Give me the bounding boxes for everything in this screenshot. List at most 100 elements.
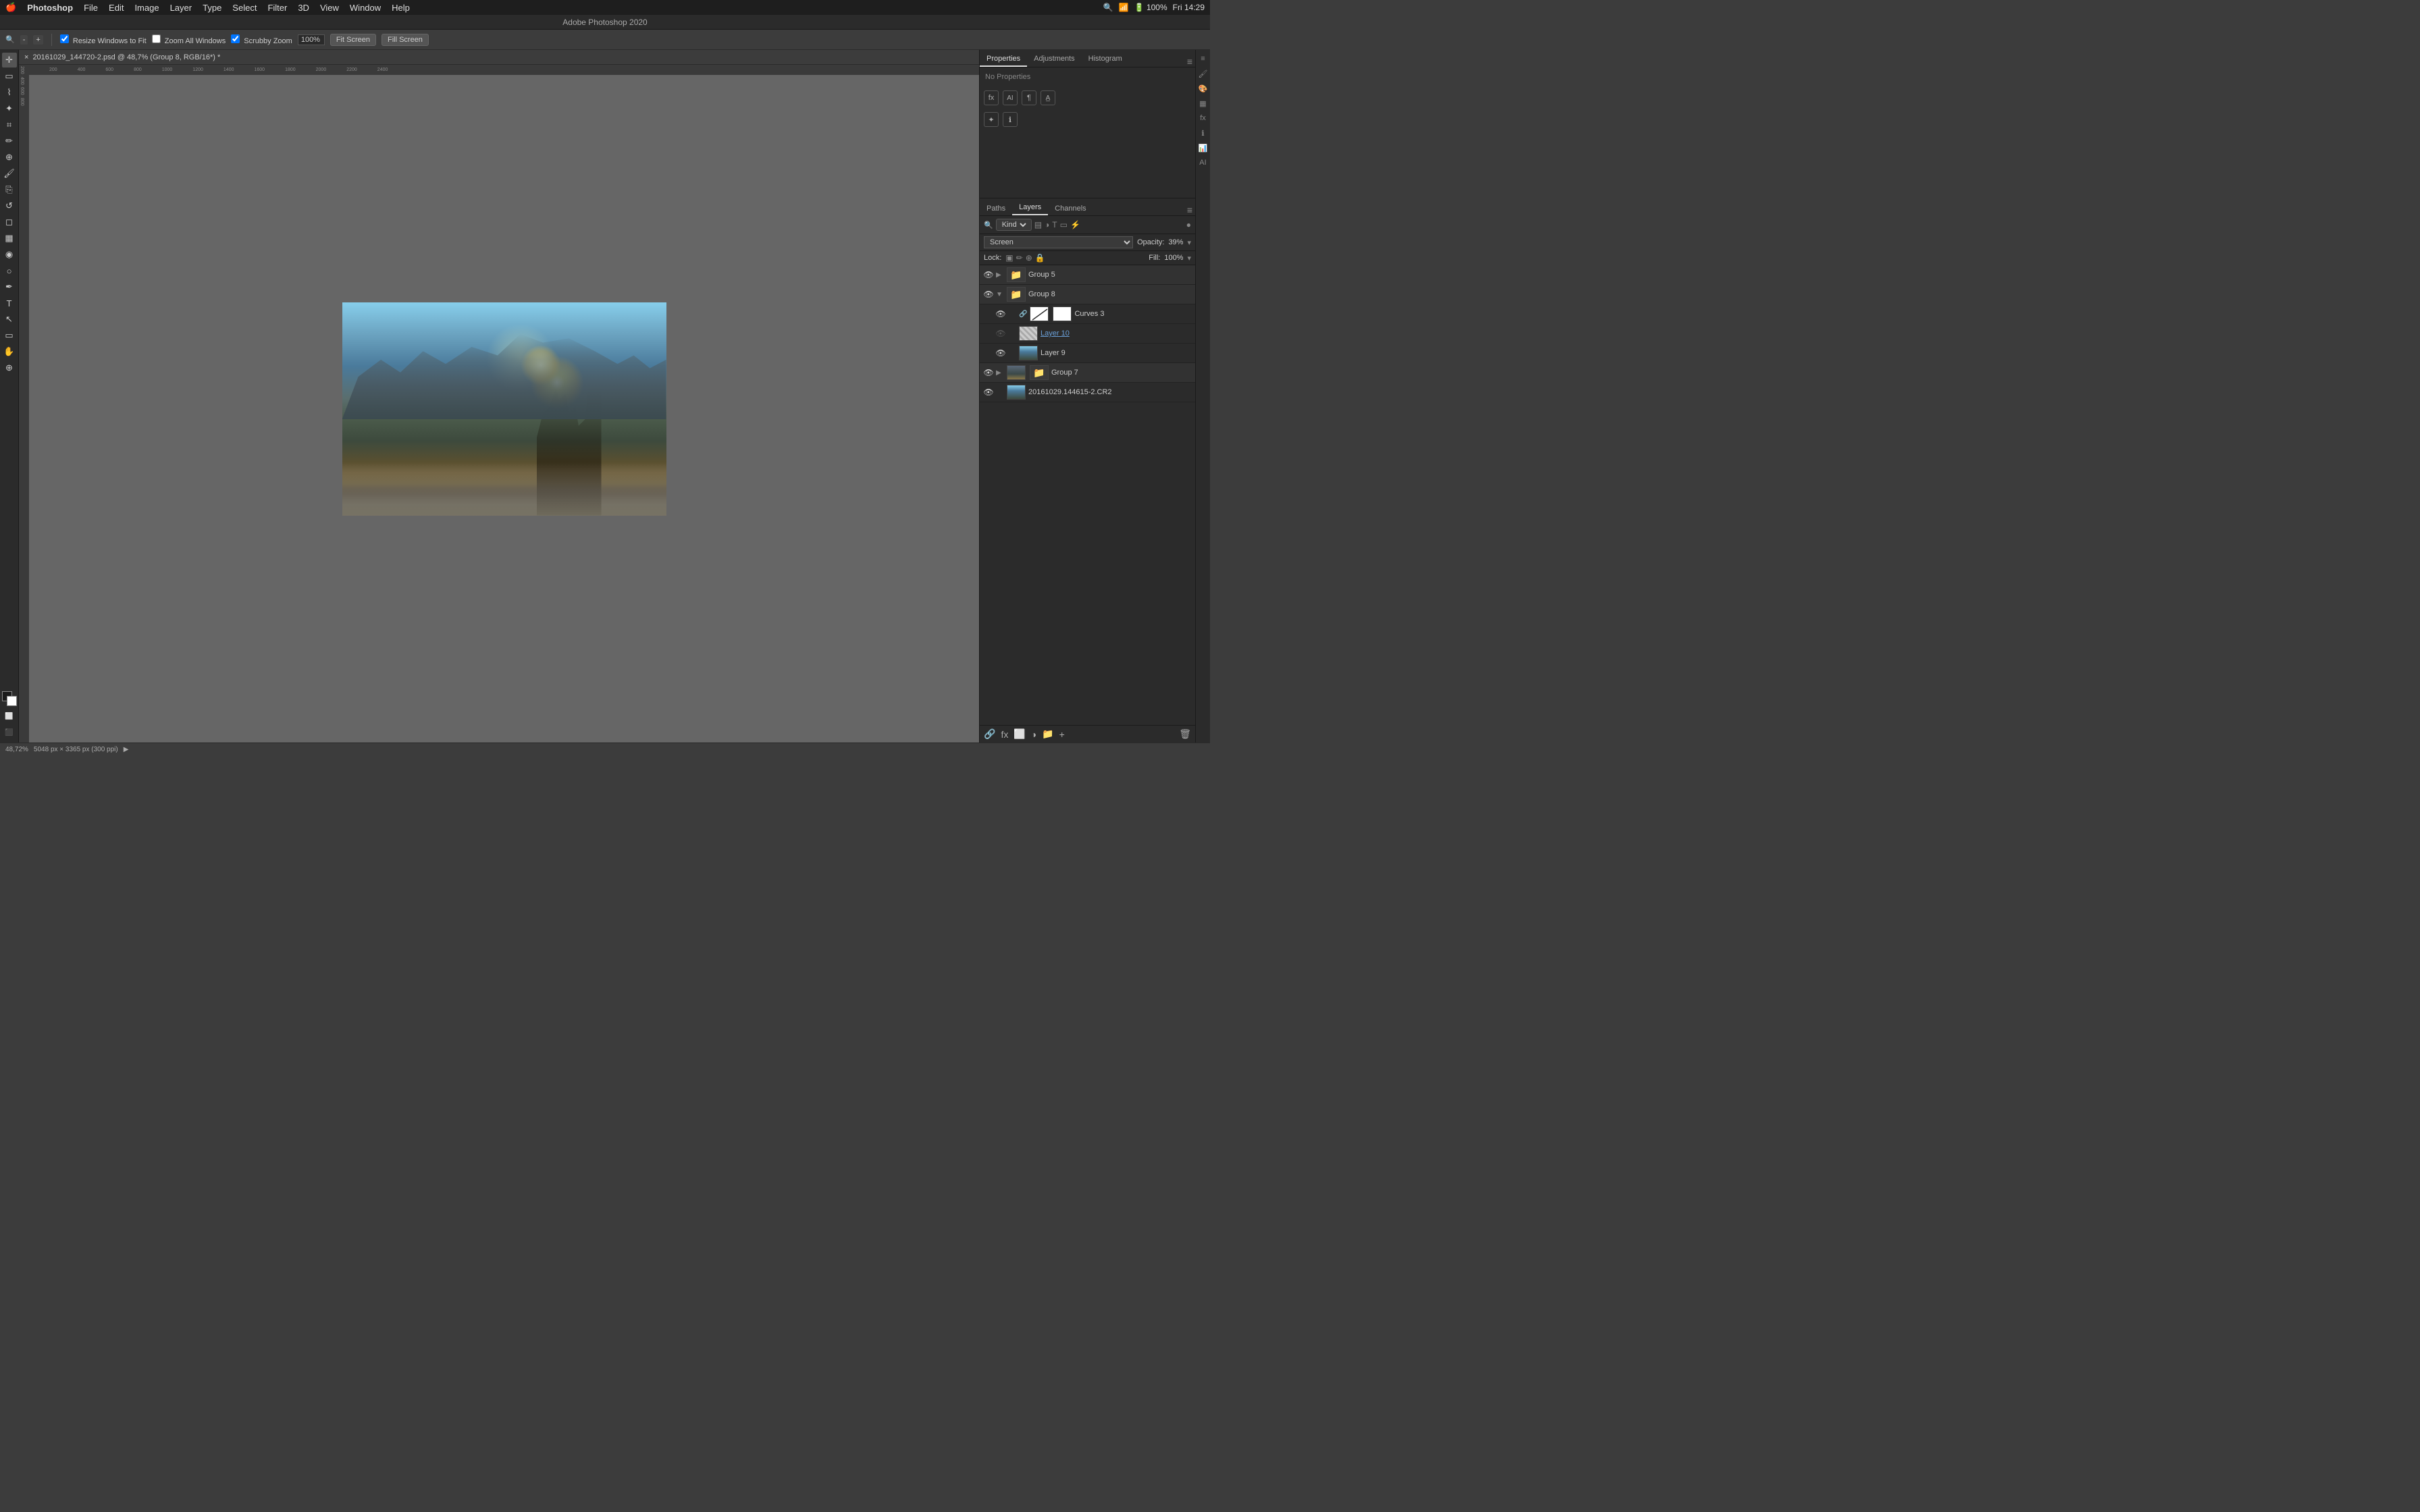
brush-tool[interactable]: 🖌 (2, 166, 17, 181)
fill-chevron[interactable]: ▾ (1187, 254, 1191, 263)
text-tool[interactable]: T (2, 296, 17, 310)
menu-3d[interactable]: 3D (298, 3, 309, 13)
tab-channels[interactable]: Channels (1048, 202, 1093, 215)
props-icon-ai[interactable]: AI (1003, 90, 1018, 105)
blur-tool[interactable]: ◉ (2, 247, 17, 262)
layer-visibility-toggle[interactable]: 👁 (984, 290, 993, 299)
clone-stamp-tool[interactable]: ⎘ (2, 182, 17, 197)
arrow-icon[interactable]: ▶ (124, 746, 129, 753)
add-style-btn[interactable]: fx (1001, 729, 1008, 740)
color-boxes[interactable] (2, 691, 17, 706)
screen-mode-tool[interactable]: ⬛ (2, 725, 17, 740)
eyedropper-tool[interactable]: ✏ (2, 134, 17, 148)
dodge-tool[interactable]: ○ (2, 263, 17, 278)
props-icon-fx[interactable]: fx (984, 90, 999, 105)
filter-smart-icon[interactable]: ⚡ (1070, 220, 1080, 230)
menu-file[interactable]: File (84, 3, 98, 13)
props-icon-text[interactable]: ¶ (1022, 90, 1036, 105)
fill-value[interactable]: 100% (1164, 254, 1183, 262)
zoom-in-icon[interactable]: + (33, 35, 43, 45)
layer-visibility-toggle[interactable]: 👁 (996, 309, 1005, 319)
layer-item[interactable]: 👁 ▼ 📁 Group 8 (980, 285, 1195, 304)
new-layer-btn[interactable]: + (1059, 729, 1065, 740)
magic-wand-tool[interactable]: ✦ (2, 101, 17, 116)
tab-properties[interactable]: Properties (980, 52, 1027, 67)
layer-visibility-toggle[interactable]: 👁 (984, 387, 993, 397)
menu-layer[interactable]: Layer (170, 3, 192, 13)
lock-image-icon[interactable]: ✏ (1016, 253, 1023, 263)
healing-brush-tool[interactable]: ⊕ (2, 150, 17, 165)
layer-visibility-toggle[interactable]: 👁 (996, 329, 1005, 338)
eraser-tool[interactable]: ◻ (2, 215, 17, 230)
menu-help[interactable]: Help (392, 3, 410, 13)
apple-menu[interactable]: 🍎 (5, 2, 16, 13)
marquee-tool[interactable]: ▭ (2, 69, 17, 84)
opacity-value[interactable]: 39% (1168, 238, 1183, 246)
menu-view[interactable]: View (320, 3, 339, 13)
gradient-tool[interactable]: ▦ (2, 231, 17, 246)
color-icon-btn[interactable]: 🎨 (1197, 82, 1209, 94)
add-mask-btn[interactable]: ⬜ (1014, 728, 1025, 740)
props-icon-type2[interactable]: A̲ (1041, 90, 1055, 105)
layer-item[interactable]: 👁 🔗 Curves 3 (980, 304, 1195, 324)
zoom-percent-input[interactable] (298, 34, 325, 45)
opacity-chevron[interactable]: ▾ (1187, 238, 1191, 247)
layer-visibility-toggle[interactable]: 👁 (984, 270, 993, 279)
menu-image[interactable]: Image (134, 3, 159, 13)
delete-layer-btn[interactable]: 🗑 (1179, 728, 1191, 740)
layer-visibility-toggle[interactable]: 👁 (996, 348, 1005, 358)
scrubby-zoom-checkbox-label[interactable]: Scrubby Zoom (231, 34, 292, 45)
new-group-btn[interactable]: 📁 (1042, 728, 1053, 740)
filter-shape-icon[interactable]: ▭ (1060, 220, 1068, 230)
layer-expand-btn[interactable]: ▶ (996, 271, 1004, 279)
menu-edit[interactable]: Edit (109, 3, 124, 13)
hist-icon-btn[interactable]: 📊 (1197, 142, 1209, 154)
layer-visibility-toggle[interactable]: 👁 (984, 368, 993, 377)
crop-tool[interactable]: ⌗ (2, 117, 17, 132)
canvas-image[interactable] (342, 302, 666, 516)
layer-item[interactable]: 👁 ▶ 📁 Group 5 (980, 265, 1195, 285)
menu-type[interactable]: Type (203, 3, 221, 13)
lock-position-icon[interactable]: ⊕ (1026, 253, 1032, 263)
fill-screen-button[interactable]: Fill Screen (382, 34, 429, 46)
filter-pixel-icon[interactable]: ▤ (1034, 220, 1042, 230)
fit-screen-button[interactable]: Fit Screen (330, 34, 376, 46)
shape-tool[interactable]: ▭ (2, 328, 17, 343)
menu-window[interactable]: Window (350, 3, 381, 13)
path-selection-tool[interactable]: ↖ (2, 312, 17, 327)
layer-item[interactable]: 👁 Layer 9 (980, 344, 1195, 363)
scrubby-zoom-checkbox[interactable] (231, 34, 240, 43)
quick-mask-tool[interactable]: ⬜ (2, 709, 17, 724)
move-tool[interactable]: ✛ (2, 53, 17, 68)
ai-icon-btn[interactable]: AI (1197, 157, 1209, 169)
layer-expand-btn[interactable]: ▼ (996, 291, 1004, 298)
info-icon-btn[interactable]: ℹ (1197, 127, 1209, 139)
resize-windows-checkbox-label[interactable]: Resize Windows to Fit (60, 34, 147, 45)
zoom-all-checkbox-label[interactable]: Zoom All Windows (152, 34, 226, 45)
tab-adjustments[interactable]: Adjustments (1027, 52, 1082, 67)
menu-filter[interactable]: Filter (267, 3, 287, 13)
lock-transparent-icon[interactable]: ▣ (1005, 253, 1013, 263)
panel-collapse-btn[interactable]: ≡ (1184, 56, 1195, 67)
background-color[interactable] (7, 696, 17, 706)
zoom-out-icon[interactable]: - (20, 35, 28, 45)
lock-artboard-icon[interactable]: 🔒 (1035, 253, 1045, 263)
filter-toggle[interactable]: ● (1186, 220, 1191, 230)
layer-item[interactable]: 👁 20161029.144615-2.CR2 (980, 383, 1195, 402)
layer-expand-btn[interactable]: ▶ (996, 369, 1004, 377)
props-icon-info[interactable]: ℹ (1003, 112, 1018, 127)
layer-item[interactable]: 👁 ▶ 📁 Group 7 (980, 363, 1195, 383)
filter-kind-select[interactable]: Kind (999, 220, 1028, 230)
properties-icon-btn[interactable]: ≡ (1197, 53, 1209, 65)
history-brush-tool[interactable]: ↺ (2, 198, 17, 213)
zoom-tool[interactable]: ⊕ (2, 360, 17, 375)
new-fill-btn[interactable]: ◑ (1031, 729, 1036, 740)
hand-tool[interactable]: ✋ (2, 344, 17, 359)
pen-tool[interactable]: ✒ (2, 279, 17, 294)
brush-settings-icon-btn[interactable]: 🖌 (1197, 68, 1209, 80)
app-name[interactable]: Photoshop (27, 3, 73, 13)
layers-filter[interactable]: Kind (996, 219, 1032, 231)
layer-item[interactable]: 👁 Layer 10 (980, 324, 1195, 344)
canvas-viewport[interactable]: 200 400 600 800 1000 1200 1400 1600 1800… (29, 65, 979, 742)
fx-icon-btn[interactable]: fx (1197, 112, 1209, 124)
